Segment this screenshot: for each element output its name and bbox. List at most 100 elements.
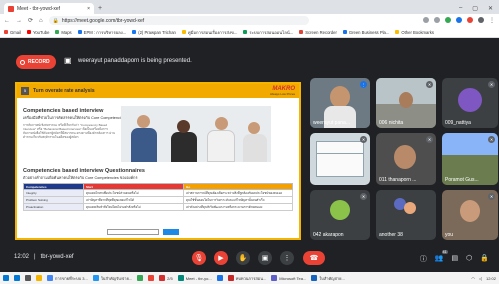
- tab-close-icon[interactable]: ×: [87, 6, 90, 12]
- bookmark-favicon-icon: [77, 30, 82, 34]
- menu-dots-icon[interactable]: ⋮: [489, 17, 495, 24]
- taskbar-app-icon: [14, 275, 20, 281]
- start-button[interactable]: [3, 275, 9, 281]
- new-tab-button[interactable]: +: [98, 5, 102, 12]
- close-window-button[interactable]: ✕: [488, 5, 493, 12]
- participant-face: [399, 92, 413, 108]
- back-arrow-icon[interactable]: ←: [4, 18, 10, 24]
- participant-tile[interactable]: ✕ 009_nattiya: [442, 78, 498, 128]
- activities-icon[interactable]: ⬡: [466, 254, 472, 264]
- more-options-button[interactable]: ⋮: [280, 251, 294, 265]
- minimize-button[interactable]: –: [459, 5, 462, 12]
- taskbar-app[interactable]: Microsoft Tea...: [271, 275, 306, 281]
- bookmark-item[interactable]: Green Business Pla...: [342, 30, 389, 35]
- taskbar-app[interactable]: ทบทวนการสอน...: [227, 275, 266, 282]
- self-tile[interactable]: ✕ you: [442, 190, 498, 240]
- url-field[interactable]: 🔒 https://meet.google.com/tbr-yowd-xef: [48, 16, 309, 25]
- lock-icon: 🔒: [52, 17, 59, 24]
- present-button[interactable]: ▣: [258, 251, 272, 265]
- maximize-button[interactable]: ▢: [472, 5, 478, 12]
- participant-name: 042 akarapon: [313, 232, 344, 238]
- camera-toggle-button[interactable]: ▶: [214, 251, 228, 265]
- leave-call-button[interactable]: ☎: [303, 251, 325, 265]
- taskbar-app-icon: [271, 275, 278, 281]
- extension-icon[interactable]: [423, 17, 429, 23]
- slide-header: 5 Turn overate rate analysis MAKRO Alway…: [17, 84, 299, 98]
- taskbar-app[interactable]: Meet - tbr-yo...: [177, 275, 212, 281]
- table-cell: คุณเคยโกหกเพื่อประโยชน์ส่วนตนหรือไม่: [83, 189, 184, 197]
- bookmark-item[interactable]: คู่มือการสอนเรื่องการส่งข...: [181, 29, 237, 36]
- taskbar-app-icon: [311, 275, 318, 281]
- people-button[interactable]: 👥 41: [435, 250, 448, 264]
- bookmark-item[interactable]: Gmail: [4, 30, 21, 35]
- record-badge[interactable]: RECORD: [16, 55, 56, 69]
- participant-tile[interactable]: ✕ Poramot Gus...: [442, 133, 498, 185]
- url-text: https://meet.google.com/tbr-yowd-xef: [61, 17, 145, 24]
- taskbar-app[interactable]: [137, 275, 144, 281]
- slide-footer-button: [163, 229, 179, 235]
- person-figure: [207, 130, 235, 162]
- meet-control-bar: 12:02 | tbr-yowd-xef 🎙 ▶ ✋ ▣ ⋮ ☎ ⓘ 👥 41 …: [0, 244, 499, 272]
- taskbar-app[interactable]: ใบสำคัญจ่าย...: [311, 275, 345, 282]
- bookmark-item[interactable]: EPM : การบริหารผลง...: [77, 29, 126, 36]
- taskbar-app[interactable]: [148, 275, 155, 281]
- presenter-text: weerayut panaddaporn is being presented.: [78, 57, 192, 64]
- mic-toggle-button[interactable]: 🎙: [192, 251, 206, 265]
- taskbar-app[interactable]: [25, 275, 31, 281]
- taskbar-app[interactable]: [216, 275, 223, 281]
- participant-tile[interactable]: ⋮ weerayut pana...: [310, 78, 370, 128]
- mic-off-icon: ✕: [488, 136, 495, 143]
- bookmark-item[interactable]: Other Bookmarks: [395, 30, 434, 35]
- bookmark-item[interactable]: ระบบการสอนออนไลน์...: [243, 29, 293, 36]
- reload-icon[interactable]: ⟳: [28, 17, 33, 24]
- mic-off-icon: ✕: [488, 81, 495, 88]
- bookmark-item[interactable]: YouTube: [26, 30, 49, 35]
- bookmark-label: (2) Prawpan Trichan: [138, 29, 176, 35]
- extension-icon[interactable]: [456, 17, 462, 23]
- taskbar-app[interactable]: 2/5: [159, 275, 173, 281]
- participant-tile[interactable]: ✕ 042 akarapon: [310, 190, 370, 240]
- extension-icon[interactable]: [434, 17, 440, 23]
- browser-tab-meet[interactable]: Meet - tbr-yowd-xef ×: [4, 3, 94, 14]
- window-controls: – ▢ ✕: [459, 5, 499, 12]
- person-figure: [171, 132, 197, 162]
- lock-icon[interactable]: 🔒: [480, 254, 489, 264]
- bookmark-item[interactable]: Screen Recorder: [299, 30, 337, 35]
- competency-table: Competencies Start Go Integrity คุณเคยโก…: [23, 183, 293, 211]
- side-panel-controls: ⓘ 👥 41 ▤ ⬡ 🔒: [420, 250, 489, 264]
- slide-number: 5: [21, 87, 29, 95]
- participant-name: Poramot Gus...: [445, 177, 479, 183]
- wifi-icon[interactable]: ◠: [471, 276, 475, 281]
- raise-hand-button[interactable]: ✋: [236, 251, 250, 265]
- participant-face: [460, 200, 480, 222]
- participant-avatar: [404, 202, 416, 214]
- participant-tile[interactable]: another 38: [376, 190, 436, 240]
- present-screen-icon: ▣: [64, 56, 72, 65]
- forward-arrow-icon[interactable]: →: [16, 18, 22, 24]
- participant-tile[interactable]: ✕ 006 nichita: [376, 78, 436, 128]
- chat-icon[interactable]: ▤: [452, 254, 459, 264]
- extension-icon[interactable]: [445, 17, 451, 23]
- mic-off-icon: ✕: [360, 193, 367, 200]
- bookmark-favicon-icon: [55, 30, 60, 34]
- profile-avatar[interactable]: [478, 17, 484, 23]
- bookmark-item[interactable]: Maps: [55, 30, 72, 35]
- clock[interactable]: 12:02: [486, 276, 496, 281]
- present-icon: ▣: [261, 255, 269, 262]
- extension-icon[interactable]: [467, 17, 473, 23]
- taskbar-app-label: 2/5: [167, 275, 173, 281]
- bookmark-item[interactable]: (2) Prawpan Trichan: [132, 30, 176, 35]
- slide-footer-controls: [107, 229, 179, 235]
- taskbar-app[interactable]: [14, 275, 20, 281]
- participant-tile[interactable]: ✕: [310, 133, 370, 185]
- home-icon[interactable]: ⌂: [39, 18, 43, 24]
- taskbar-app[interactable]: การขายที่ระบบ 3...: [47, 275, 88, 282]
- volume-icon[interactable]: ◁: [479, 276, 482, 281]
- info-icon[interactable]: ⓘ: [420, 254, 427, 264]
- taskbar-app[interactable]: [36, 275, 42, 281]
- taskbar-app[interactable]: ใบสำคัญรับ/จ่าย...: [92, 275, 132, 282]
- meeting-time: 12:02: [14, 254, 30, 260]
- bookmark-label: Other Bookmarks: [401, 29, 434, 35]
- participant-tile[interactable]: ✕ 011 thanaporn ...: [376, 133, 436, 185]
- taskbar-app-label: Meet - tbr-yo...: [185, 275, 212, 281]
